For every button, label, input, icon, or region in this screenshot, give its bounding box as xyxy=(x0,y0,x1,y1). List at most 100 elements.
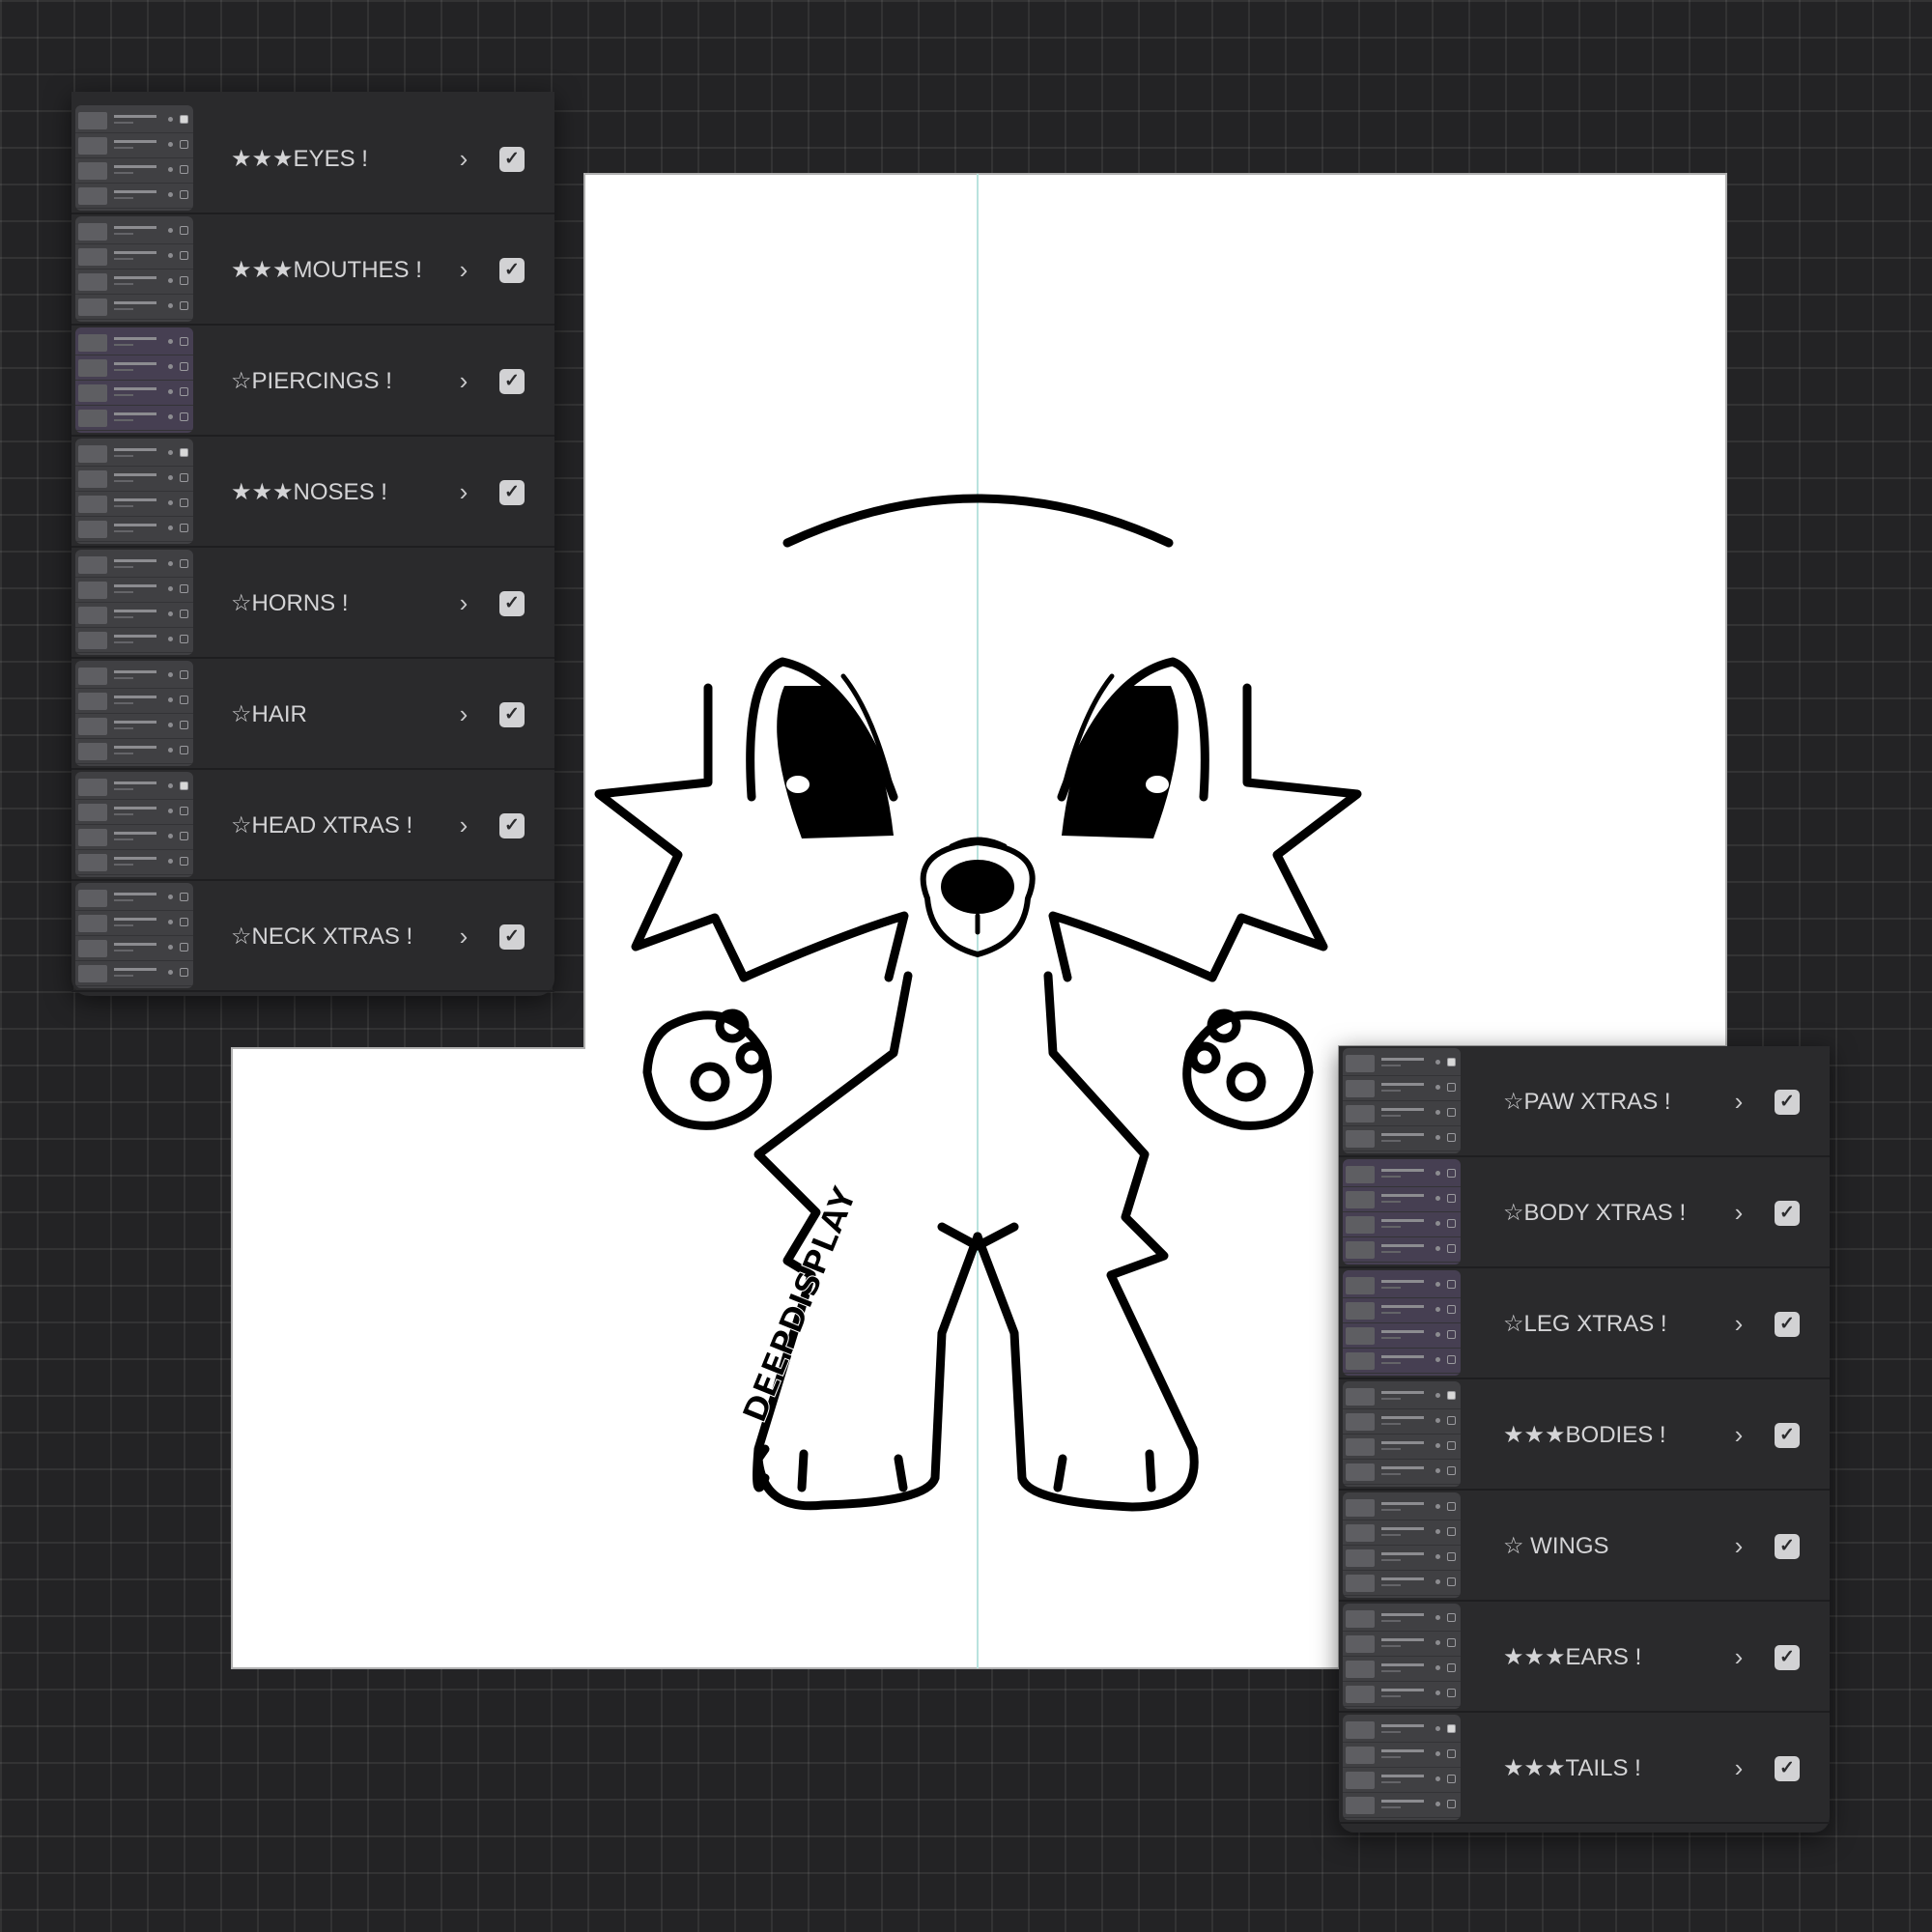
thumbnail-layer xyxy=(75,826,193,850)
chevron-right-icon[interactable]: › xyxy=(1727,1713,1750,1824)
thumbnail-layer xyxy=(1343,1547,1461,1571)
group-thumbnail[interactable] xyxy=(1343,1270,1461,1376)
layer-group-mouthes[interactable]: ★★★MOUTHES ! › ✓ xyxy=(71,214,554,326)
checkbox-check-icon[interactable]: ✓ xyxy=(1775,1090,1800,1115)
chevron-right-icon[interactable]: › xyxy=(1727,1602,1750,1713)
checkbox-check-icon[interactable]: ✓ xyxy=(1775,1312,1800,1337)
group-thumbnail[interactable] xyxy=(1343,1492,1461,1598)
group-name: ★★★BODIES ! xyxy=(1503,1422,1666,1448)
layer-group-eyes[interactable]: ★★★EYES ! › ✓ xyxy=(71,103,554,214)
group-thumbnail[interactable] xyxy=(1343,1381,1461,1487)
group-thumbnail[interactable] xyxy=(1343,1715,1461,1820)
thumbnail-layer xyxy=(1343,1324,1461,1349)
thumbnail-layer xyxy=(75,134,193,158)
thumbnail-layer xyxy=(1343,1572,1461,1596)
layer-group-tails[interactable]: ★★★TAILS ! › ✓ xyxy=(1339,1713,1830,1824)
checkbox-check-icon[interactable]: ✓ xyxy=(499,480,525,505)
layer-group-noses[interactable]: ★★★NOSES ! › ✓ xyxy=(71,437,554,548)
layer-group-ears[interactable]: ★★★EARS ! › ✓ xyxy=(1339,1602,1830,1713)
thumbnail-layer xyxy=(75,801,193,825)
group-thumbnail[interactable] xyxy=(75,661,193,766)
layers-panel-left: ★★★EYES ! › ✓ ★★★MOUTHES ! › ✓ ☆PIERCINGS ! › ✓ ★… xyxy=(71,92,554,996)
layer-group-neck-xtras[interactable]: ☆NECK XTRAS ! › ✓ xyxy=(71,881,554,992)
checkbox-check-icon[interactable]: ✓ xyxy=(1775,1201,1800,1226)
chevron-right-icon[interactable]: › xyxy=(452,103,475,214)
thumbnail-layer xyxy=(75,159,193,184)
group-name: ★★★TAILS ! xyxy=(1503,1755,1641,1781)
checkbox-check-icon[interactable]: ✓ xyxy=(499,813,525,838)
checkbox-check-icon[interactable]: ✓ xyxy=(499,147,525,172)
checkbox-check-icon[interactable]: ✓ xyxy=(499,258,525,283)
thumbnail-layer xyxy=(1343,1461,1461,1485)
group-name: ☆PIERCINGS ! xyxy=(231,368,392,394)
thumbnail-layer xyxy=(1343,1658,1461,1682)
group-name: ☆BODY XTRAS ! xyxy=(1503,1200,1687,1226)
thumbnail-layer xyxy=(1343,1188,1461,1212)
group-name: ★★★EARS ! xyxy=(1503,1644,1642,1670)
group-thumbnail[interactable] xyxy=(75,772,193,877)
group-name: ☆HAIR xyxy=(231,701,307,727)
thumbnail-layer xyxy=(1343,1350,1461,1374)
chevron-right-icon[interactable]: › xyxy=(452,770,475,881)
layer-group-wings[interactable]: ☆ WINGS › ✓ xyxy=(1339,1491,1830,1602)
thumbnail-layer xyxy=(1343,1127,1461,1151)
checkbox-check-icon[interactable]: ✓ xyxy=(1775,1645,1800,1670)
group-thumbnail[interactable] xyxy=(1343,1048,1461,1153)
checkbox-check-icon[interactable]: ✓ xyxy=(1775,1756,1800,1781)
group-name: ☆LEG XTRAS ! xyxy=(1503,1311,1667,1337)
layer-group-horns[interactable]: ☆HORNS ! › ✓ xyxy=(71,548,554,659)
chevron-right-icon[interactable]: › xyxy=(452,659,475,770)
thumbnail-layer xyxy=(1343,1794,1461,1818)
group-thumbnail[interactable] xyxy=(1343,1604,1461,1709)
checkbox-check-icon[interactable]: ✓ xyxy=(499,591,525,616)
group-thumbnail[interactable] xyxy=(75,216,193,322)
chevron-right-icon[interactable]: › xyxy=(452,437,475,548)
chevron-right-icon[interactable]: › xyxy=(1727,1046,1750,1157)
thumbnail-layer xyxy=(75,493,193,517)
group-thumbnail[interactable] xyxy=(75,550,193,655)
thumbnail-layer xyxy=(1343,1435,1461,1460)
chevron-right-icon[interactable]: › xyxy=(1727,1268,1750,1379)
group-thumbnail[interactable] xyxy=(75,883,193,988)
chevron-right-icon[interactable]: › xyxy=(452,214,475,326)
layer-group-hair[interactable]: ☆HAIR › ✓ xyxy=(71,659,554,770)
group-thumbnail[interactable] xyxy=(75,105,193,211)
layer-group-head-xtras[interactable]: ☆HEAD XTRAS ! › ✓ xyxy=(71,770,554,881)
thumbnail-layer xyxy=(75,185,193,209)
chevron-right-icon[interactable]: › xyxy=(452,548,475,659)
group-name: ★★★NOSES ! xyxy=(231,479,387,505)
group-name: ☆ WINGS xyxy=(1503,1533,1609,1559)
chevron-right-icon[interactable]: › xyxy=(1727,1157,1750,1268)
checkbox-check-icon[interactable]: ✓ xyxy=(499,369,525,394)
checkbox-check-icon[interactable]: ✓ xyxy=(499,924,525,950)
group-thumbnail[interactable] xyxy=(75,327,193,433)
checkbox-check-icon[interactable]: ✓ xyxy=(1775,1534,1800,1559)
thumbnail-layer xyxy=(1343,1052,1461,1076)
checkbox-check-icon[interactable]: ✓ xyxy=(499,702,525,727)
thumbnail-layer xyxy=(1343,1744,1461,1768)
thumbnail-layer xyxy=(1343,1633,1461,1657)
chevron-right-icon[interactable]: › xyxy=(1727,1491,1750,1602)
thumbnail-layer xyxy=(75,270,193,295)
layer-group-piercings[interactable]: ☆PIERCINGS ! › ✓ xyxy=(71,326,554,437)
chevron-right-icon[interactable]: › xyxy=(452,326,475,437)
layer-group-body-xtras[interactable]: ☆BODY XTRAS ! › ✓ xyxy=(1339,1157,1830,1268)
thumbnail-layer xyxy=(75,220,193,244)
thumbnail-layer xyxy=(75,715,193,739)
layer-group-paw-xtras[interactable]: ☆PAW XTRAS ! › ✓ xyxy=(1339,1046,1830,1157)
group-thumbnail[interactable] xyxy=(1343,1159,1461,1264)
thumbnail-layer xyxy=(75,331,193,355)
thumbnail-layer xyxy=(1343,1102,1461,1126)
group-thumbnail[interactable] xyxy=(75,439,193,544)
layer-group-leg-xtras[interactable]: ☆LEG XTRAS ! › ✓ xyxy=(1339,1268,1830,1379)
layers-panel-right: ☆PAW XTRAS ! › ✓ ☆BODY XTRAS ! › ✓ ☆LEG XTRAS … xyxy=(1339,1046,1830,1833)
layer-group-bodies[interactable]: ★★★BODIES ! › ✓ xyxy=(1339,1379,1830,1491)
chevron-right-icon[interactable]: › xyxy=(452,881,475,992)
checkbox-check-icon[interactable]: ✓ xyxy=(1775,1423,1800,1448)
thumbnail-layer xyxy=(75,851,193,875)
thumbnail-layer xyxy=(75,776,193,800)
thumbnail-layer xyxy=(1343,1213,1461,1237)
thumbnail-layer xyxy=(75,740,193,764)
chevron-right-icon[interactable]: › xyxy=(1727,1379,1750,1491)
thumbnail-layer xyxy=(75,604,193,628)
